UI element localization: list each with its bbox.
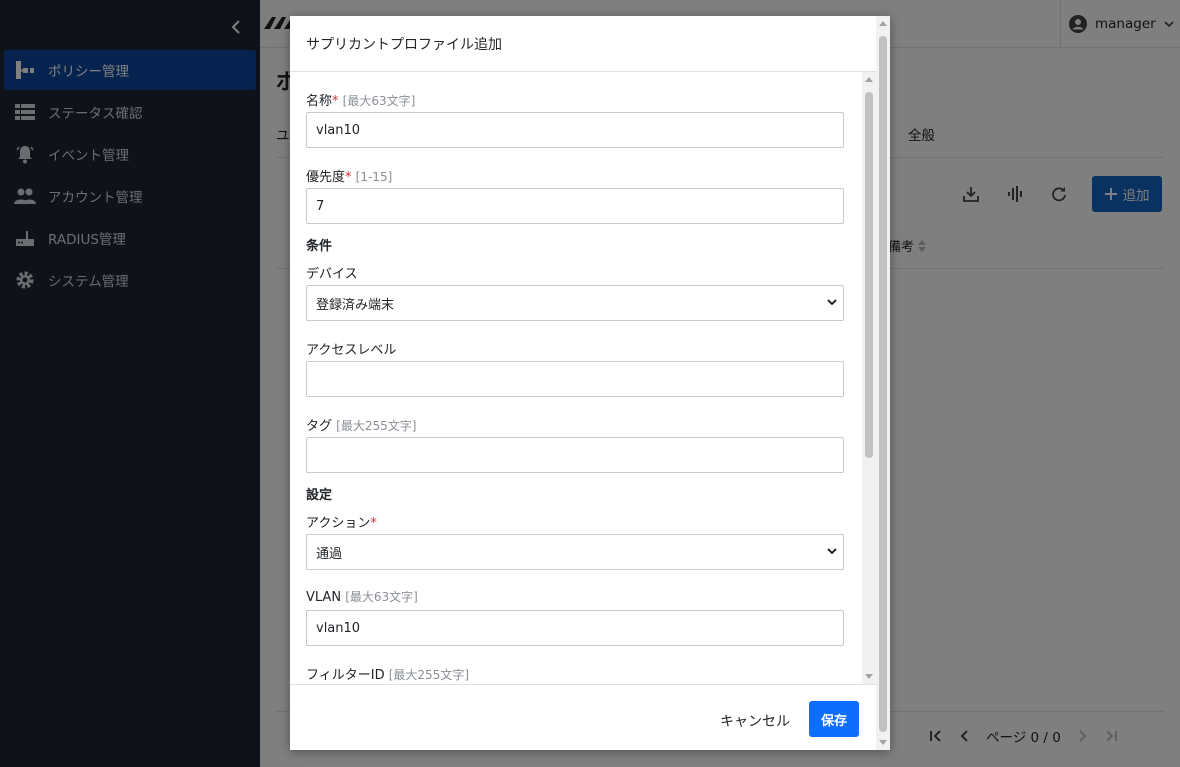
device-label: デバイス [306,267,358,282]
priority-label: 優先度* [1-15] [306,166,392,185]
scroll-up-arrow[interactable] [865,77,873,82]
section-settings: 設定 [306,488,333,503]
save-button[interactable]: 保存 [809,701,859,737]
tag-hint: [最大255文字] [336,419,417,433]
device-select-value: 登録済み端末 [316,297,395,313]
tag-label: タグ [最大255文字] [306,415,416,434]
chevron-down-icon [827,548,837,555]
vlan-label-text: VLAN [306,590,342,605]
required-mark: * [345,170,352,185]
priority-label-text: 優先度 [306,170,346,185]
vlan-hint: [最大63文字] [345,590,418,604]
tag-label-text: タグ [306,419,333,434]
section-conditions: 条件 [306,239,333,254]
vlan-label: VLAN [最大63文字] [306,588,418,605]
scroll-up-arrow[interactable] [879,21,887,26]
scroll-down-arrow[interactable] [865,674,873,679]
access-level-input[interactable] [306,361,844,397]
cancel-button[interactable]: キャンセル [720,703,790,739]
name-input[interactable]: vlan10 [306,112,844,148]
chevron-down-icon [827,299,837,306]
filter-id-label-text: フィルターID [306,668,385,683]
device-select[interactable]: 登録済み端末 [306,285,844,321]
dialog-body: 名称* [最大63文字] vlan10 優先度* [1-15] 7 条件 デバイ… [290,72,862,684]
tag-input[interactable] [306,437,844,473]
scroll-down-arrow[interactable] [879,740,887,745]
priority-input[interactable]: 7 [306,188,844,224]
access-level-label: アクセスレベル [306,343,397,358]
scrollbar-thumb[interactable] [865,92,873,458]
name-label-text: 名称 [306,94,333,109]
name-hint: [最大63文字] [342,94,416,108]
filter-id-hint: [最大255文字] [388,668,470,682]
dialog-scrollbar[interactable] [876,16,890,750]
name-label: 名称* [最大63文字] [306,90,415,109]
priority-hint: [1-15] [355,170,393,184]
required-mark: * [370,516,377,531]
dialog-body-scrollbar[interactable] [862,72,876,684]
dialog-footer: キャンセル 保存 [290,684,876,750]
action-select[interactable]: 通過 [306,534,844,570]
required-mark: * [332,94,339,109]
filter-id-label: フィルターID [最大255文字] [306,664,469,683]
add-supplicant-profile-dialog: サプリカントプロファイル追加 名称* [最大63文字] vlan10 優先度* … [290,16,890,750]
vlan-input[interactable]: vlan10 [306,610,844,646]
action-label-text: アクション [306,516,371,531]
dialog-title: サプリカントプロファイル追加 [290,16,876,72]
action-select-value: 通過 [316,546,343,562]
action-label: アクション* [306,512,377,531]
scrollbar-thumb[interactable] [879,36,887,732]
